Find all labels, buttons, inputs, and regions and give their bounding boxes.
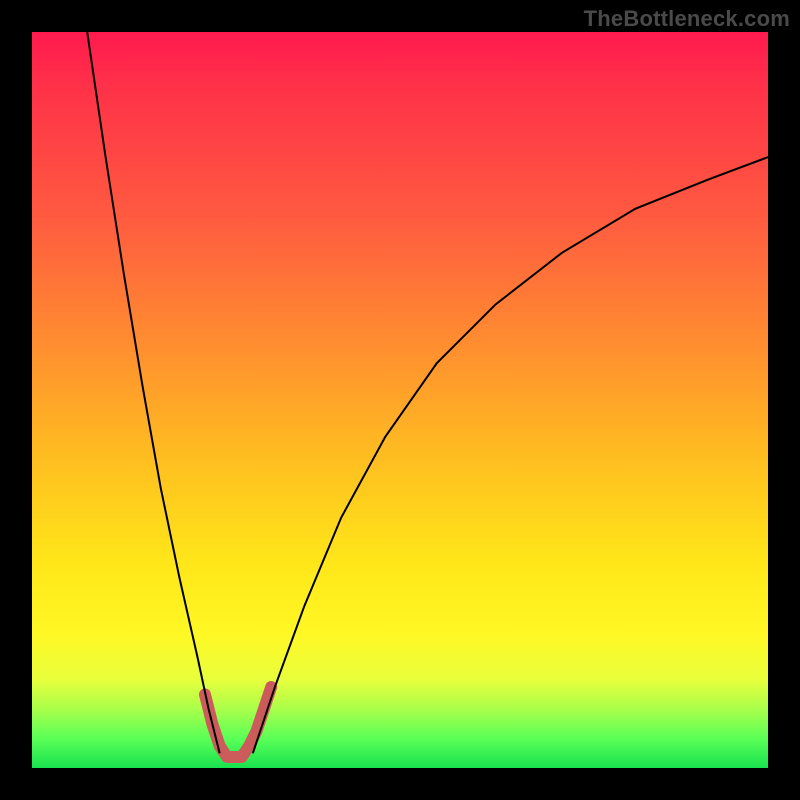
right-branch-curve <box>253 157 768 753</box>
watermark-text: TheBottleneck.com <box>584 6 790 32</box>
chart-container: TheBottleneck.com <box>0 0 800 800</box>
plot-area <box>32 32 768 768</box>
left-branch-curve <box>87 32 219 753</box>
valley-highlight <box>205 687 271 757</box>
plot-svg <box>32 32 768 768</box>
